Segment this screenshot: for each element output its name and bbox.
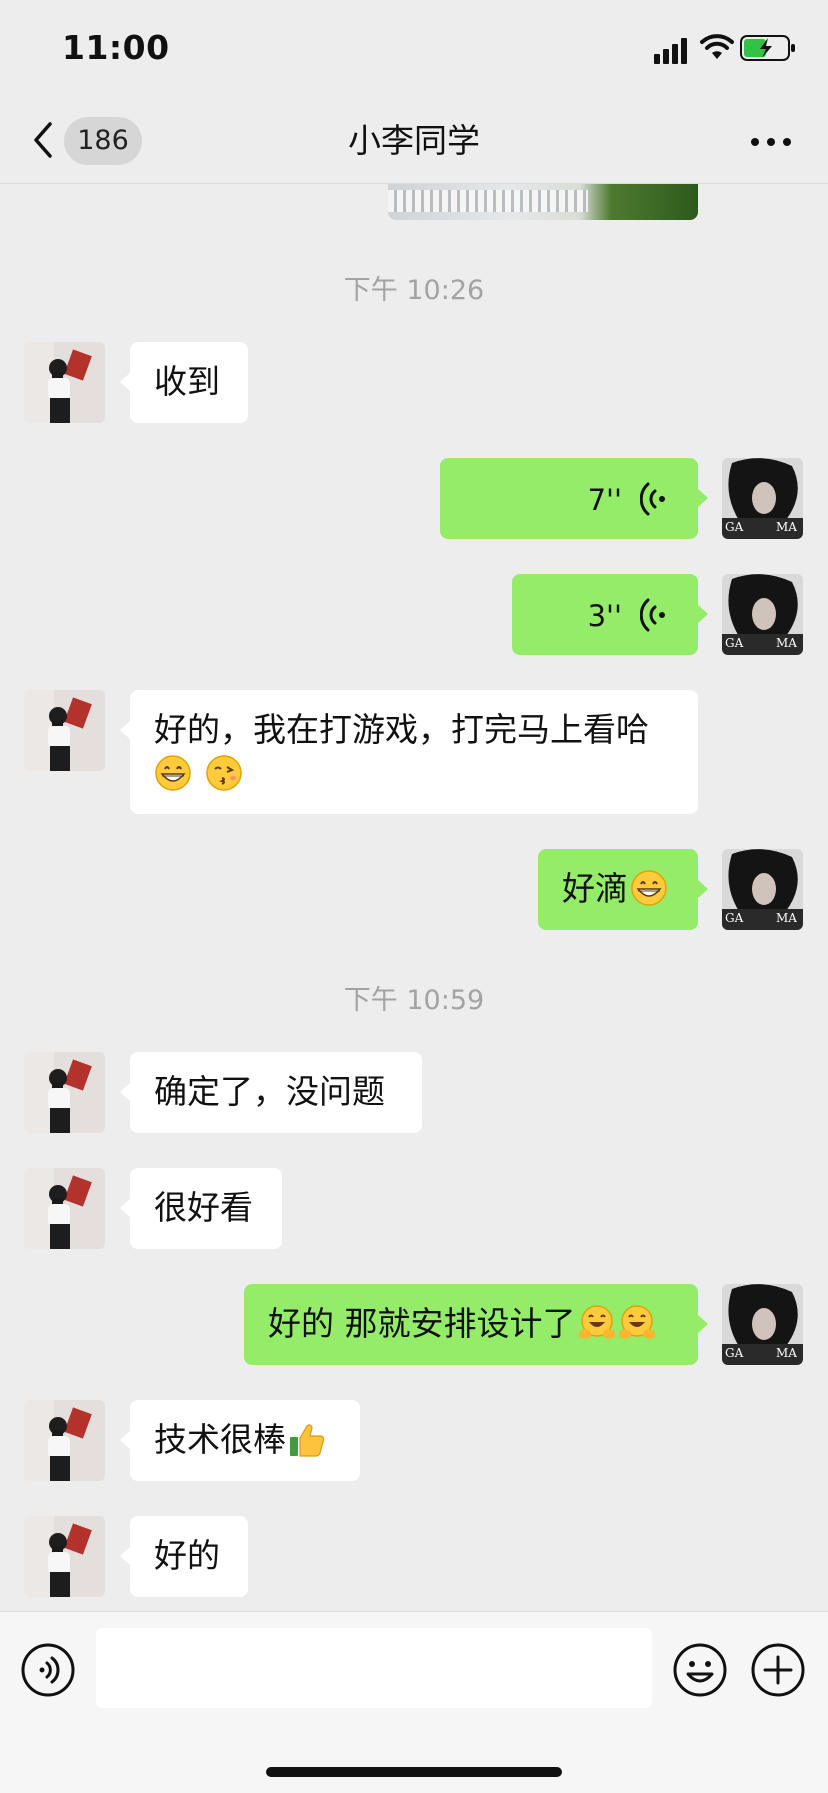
contact-avatar[interactable] <box>24 342 105 423</box>
incoming-message[interactable]: 技术很棒 <box>120 1400 360 1481</box>
outgoing-voice-message[interactable]: 3'' <box>512 574 708 655</box>
incoming-message[interactable]: 收到 <box>120 342 248 423</box>
avatar-label-left: GA <box>725 911 744 925</box>
message-text: 好的 那就安排设计了 <box>268 1304 576 1343</box>
emoji-row <box>154 752 674 796</box>
status-bar: 11:00 <box>0 0 828 100</box>
battery-charging-icon <box>740 35 795 61</box>
self-avatar[interactable]: GA MA <box>722 574 803 655</box>
message-input[interactable] <box>96 1628 652 1708</box>
image-message-partial[interactable] <box>388 184 698 220</box>
chat-title: 小李同学 <box>348 121 480 160</box>
outgoing-message[interactable]: 好滴 <box>538 849 708 930</box>
outgoing-message[interactable]: 好的 那就安排设计了 <box>244 1284 708 1365</box>
grin-emoji <box>631 870 667 906</box>
avatar-label-right: MA <box>776 1346 797 1360</box>
grin-emoji <box>155 755 191 791</box>
self-avatar[interactable]: GA MA <box>722 849 803 930</box>
incoming-message[interactable]: 确定了，没问题 <box>120 1052 422 1133</box>
message-text: 好的，我在打游戏，打完马上看哈 <box>154 710 649 749</box>
kiss-emoji <box>205 755 242 791</box>
thumbs-up-emoji <box>290 1424 325 1457</box>
voice-duration: 3'' <box>587 599 622 633</box>
status-time: 11:00 <box>62 28 170 67</box>
avatar-label-right: MA <box>776 636 797 650</box>
incoming-message[interactable]: 很好看 <box>120 1168 282 1249</box>
contact-avatar[interactable] <box>24 1400 105 1481</box>
self-avatar[interactable]: GA MA <box>722 1284 803 1365</box>
message-list[interactable]: 下午 10:26 收到 7'' GA MA 3'' GA MA 好的，我在打游戏，打… <box>0 184 828 1610</box>
voice-playback-icon <box>640 482 665 516</box>
input-bar <box>0 1611 828 1793</box>
avatar-label-left: GA <box>725 636 744 650</box>
voice-playback-icon <box>640 598 665 632</box>
voice-duration: 7'' <box>587 483 622 517</box>
self-avatar[interactable]: GA MA <box>722 458 803 539</box>
home-indicator[interactable] <box>266 1767 562 1777</box>
time-divider: 下午 10:26 <box>343 275 485 306</box>
chat-header: 186 小李同学 <box>0 100 828 184</box>
cellular-signal-icon <box>654 38 687 64</box>
unread-count-badge[interactable]: 186 <box>64 117 142 165</box>
outgoing-voice-message[interactable]: 7'' <box>440 458 708 539</box>
emoji-picker-icon[interactable] <box>672 1642 728 1698</box>
time-divider: 下午 10:59 <box>343 985 485 1016</box>
contact-avatar[interactable] <box>24 1052 105 1133</box>
hug-emoji <box>618 1305 655 1339</box>
incoming-message[interactable]: 好的，我在打游戏，打完马上看哈 <box>120 690 698 814</box>
avatar-label-right: MA <box>776 520 797 534</box>
contact-avatar[interactable] <box>24 690 105 771</box>
contact-avatar[interactable] <box>24 1516 105 1597</box>
more-options-icon[interactable] <box>750 136 792 148</box>
voice-input-toggle-icon[interactable] <box>20 1642 76 1698</box>
avatar-label-left: GA <box>725 520 744 534</box>
incoming-message[interactable]: 好的 <box>120 1516 248 1597</box>
message-text: 好滴 <box>562 869 628 908</box>
contact-avatar[interactable] <box>24 1168 105 1249</box>
plus-icon[interactable] <box>750 1642 806 1698</box>
avatar-label-right: MA <box>776 911 797 925</box>
message-text: 技术很棒 <box>154 1420 286 1459</box>
avatar-label-left: GA <box>725 1346 744 1360</box>
back-chevron-icon[interactable] <box>30 120 56 160</box>
wifi-icon <box>700 34 734 59</box>
hug-emoji <box>578 1305 615 1339</box>
